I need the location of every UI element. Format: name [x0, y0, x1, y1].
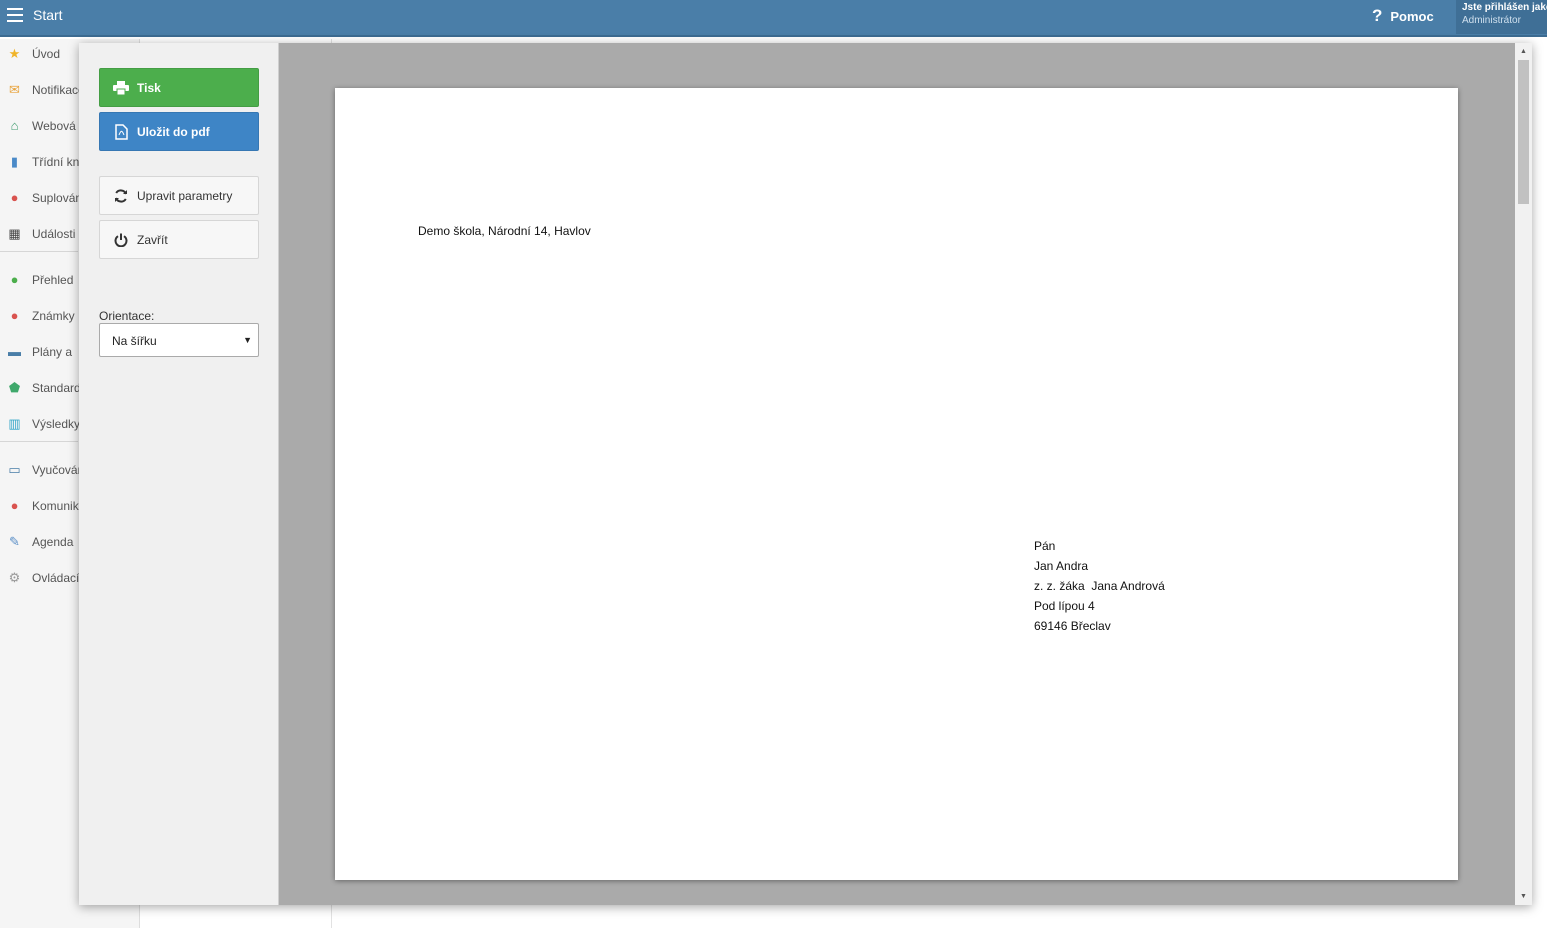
- edit-parameters-label: Upravit parametry: [137, 188, 233, 203]
- book-icon: ▮: [10, 154, 19, 169]
- close-label: Zavřít: [137, 232, 168, 247]
- scroll-down-icon[interactable]: ▼: [1515, 888, 1532, 905]
- top-bar: Start ? Pomoc Jste přihlášen jako Adminis…: [0, 0, 1547, 37]
- print-button[interactable]: Tisk: [99, 68, 259, 107]
- menu-icon[interactable]: [7, 8, 23, 22]
- sender-address: Demo škola, Národní 14, Havlov: [418, 224, 591, 238]
- app-title[interactable]: Start: [33, 7, 63, 23]
- recipient-city: 69146 Břeclav: [1034, 619, 1111, 633]
- briefcase-icon: ▬: [8, 344, 21, 359]
- check-circle-icon: ●: [10, 272, 19, 287]
- print-options-panel: Tisk Uložit do pdf Upravit parametry Zav…: [79, 43, 279, 905]
- print-preview-dialog: Tisk Uložit do pdf Upravit parametry Zav…: [79, 43, 1532, 905]
- orientation-value: Na šířku: [112, 334, 157, 348]
- person-icon: ●: [10, 190, 19, 205]
- home-icon: ⌂: [10, 118, 19, 133]
- recipient-address: Pán Jan Andra z. z. žáka Jana Andrová Po…: [1034, 536, 1165, 636]
- calendar-icon: ▦: [8, 226, 21, 241]
- sidebar-item-label: Přehled: [32, 273, 74, 287]
- envelope-icon: ✉: [9, 82, 20, 97]
- grade-icon: ●: [10, 308, 19, 323]
- recipient-street: Pod lípou 4: [1034, 599, 1095, 613]
- help-label: Pomoc: [1390, 9, 1434, 24]
- sidebar-item-label: Plány a: [32, 345, 73, 359]
- bar-chart-icon: ▥: [8, 416, 21, 431]
- orientation-select[interactable]: Na šířku ▼: [99, 323, 259, 357]
- scroll-up-icon[interactable]: ▲: [1515, 43, 1532, 60]
- preview-scrollbar[interactable]: ▲ ▼: [1515, 43, 1532, 905]
- star-icon: ★: [8, 46, 21, 61]
- gear-icon: ⚙: [8, 570, 21, 585]
- document-page: Demo škola, Národní 14, Havlov Pán Jan A…: [335, 88, 1458, 880]
- open-book-icon: ▭: [8, 462, 21, 477]
- recipient-name: Jan Andra: [1034, 559, 1089, 573]
- sidebar-item-label: Ovládací: [32, 571, 80, 585]
- help-link[interactable]: ? Pomoc: [1372, 6, 1434, 26]
- printer-icon: [113, 80, 129, 96]
- pencil-icon: ✎: [9, 534, 20, 549]
- sidebar-item-label: Suplování: [32, 191, 86, 205]
- pdf-file-icon: [113, 123, 129, 140]
- print-label: Tisk: [137, 80, 161, 95]
- sidebar-item-label: Úvod: [32, 47, 61, 61]
- power-icon: [113, 232, 129, 248]
- pdf-label: Uložit do pdf: [137, 124, 210, 139]
- user-role: Administrátor: [1462, 15, 1521, 26]
- orientation-label: Orientace:: [99, 309, 155, 323]
- refresh-icon: [113, 188, 129, 204]
- sidebar-item-label: Výsledky: [32, 417, 81, 431]
- scroll-thumb[interactable]: [1518, 60, 1529, 204]
- dropdown-arrow-icon: ▼: [243, 335, 252, 345]
- sidebar-divider: [0, 441, 78, 442]
- user-info[interactable]: Jste přihlášen jako Administrátor: [1456, 0, 1547, 34]
- sidebar-item-label: Agenda: [32, 535, 74, 549]
- close-button[interactable]: Zavřít: [99, 220, 259, 259]
- sidebar-item-label: Známky: [32, 309, 75, 323]
- edit-parameters-button[interactable]: Upravit parametry: [99, 176, 259, 215]
- question-icon: ?: [1372, 6, 1383, 25]
- recipient-student: z. z. žáka Jana Andrová: [1034, 579, 1165, 593]
- save-pdf-button[interactable]: Uložit do pdf: [99, 112, 259, 151]
- sidebar-item-label: Notifikace: [32, 83, 85, 97]
- chat-icon: ●: [10, 498, 19, 513]
- recipient-salutation: Pán: [1034, 539, 1056, 553]
- shield-icon: ⬟: [8, 380, 21, 395]
- sidebar-divider: [0, 251, 78, 252]
- sidebar-item-label: Webová: [32, 119, 76, 133]
- sidebar-item-label: Události: [32, 227, 76, 241]
- user-login-label: Jste přihlášen jako: [1462, 2, 1547, 13]
